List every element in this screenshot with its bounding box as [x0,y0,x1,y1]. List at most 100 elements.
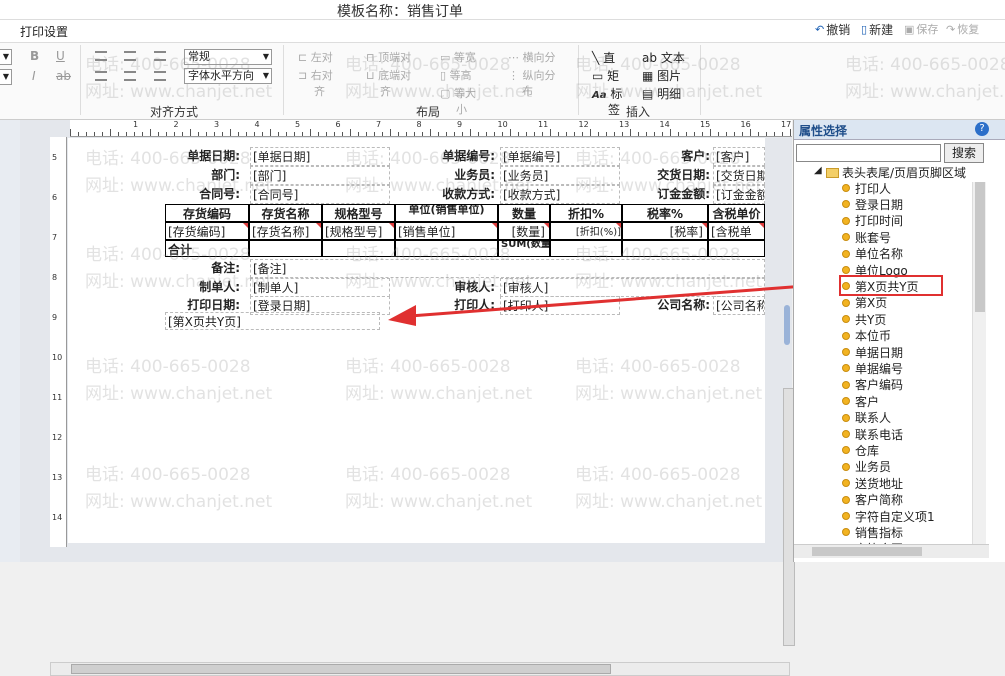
col-header[interactable]: 单位(销售单位) [395,204,498,222]
new-button[interactable]: ▯ 新建 [861,21,893,38]
field-maker[interactable]: [制单人] [250,278,390,297]
align-left-button[interactable]: ⊏ 左对 [298,49,333,65]
valign-top-icon[interactable] [95,71,107,81]
font-select-left[interactable] [0,49,12,65]
italic-icon[interactable]: I [32,69,36,83]
tree-item[interactable]: 打印人 [842,180,891,196]
label-remark[interactable]: 备注: [165,259,240,276]
label-deposit[interactable]: 订金金额: [625,185,710,202]
align-bottom-button[interactable]: ⊔ 底端对 [366,67,411,83]
total-cell[interactable] [708,240,765,257]
label-bill-no[interactable]: 单据编号: [395,147,495,164]
undo-button[interactable]: ↶ 撤销 [815,21,850,38]
strike-icon[interactable]: ab [56,69,71,83]
tree-folder[interactable]: 表头表尾/页眉页脚区域 [826,164,966,181]
total-cell[interactable] [550,240,622,257]
tree-item[interactable]: 单据编号 [842,360,903,376]
field-deposit[interactable]: [订金金额 [713,185,765,204]
col-header[interactable]: 含税单价 [708,204,765,222]
valign-bottom-icon[interactable] [154,71,166,81]
label-dept[interactable]: 部门: [135,166,240,183]
detail-field[interactable]: [折扣(%)] [550,222,622,240]
insert-image-button[interactable]: ▦ 图片 [642,67,681,84]
field-salesman[interactable]: [业务员] [500,166,620,185]
field-dept[interactable]: [部门] [250,166,390,185]
align-center-icon[interactable] [124,51,136,61]
valign-middle-icon[interactable] [124,71,136,81]
insert-text-button[interactable]: ab 文本 [642,49,685,66]
field-bill-date[interactable]: [单据日期] [250,147,390,166]
font-size-select[interactable]: 常规 [184,49,272,65]
col-header[interactable]: 数量 [498,204,550,222]
insert-detail-button[interactable]: ▤ 明细 [642,85,681,102]
label-payment[interactable]: 收款方式: [395,185,495,202]
panel-vscroll-thumb[interactable] [975,182,985,312]
horizontal-scrollbar-thumb[interactable] [71,664,611,674]
label-delivery-date[interactable]: 交货日期: [625,166,710,183]
col-header[interactable]: 折扣% [550,204,622,222]
tree-item[interactable]: 仓库 [842,442,879,458]
size-select-left[interactable] [0,69,12,85]
tree-item[interactable]: 第X页 [842,295,887,311]
total-cell[interactable] [395,240,498,257]
align-top-button[interactable]: ⊓ 顶端对 [366,49,411,65]
tree-item[interactable]: 客户 [842,393,879,409]
tree-item[interactable]: 客户编码 [842,377,903,393]
total-label[interactable]: 合计 [165,240,249,257]
field-bill-no[interactable]: [单据编号] [500,147,620,166]
tree-item[interactable]: 业务员 [842,459,891,475]
col-header[interactable]: 存货名称 [249,204,322,222]
total-cell[interactable] [622,240,708,257]
tree-item[interactable]: 账套号 [842,229,891,245]
field-payment[interactable]: [收款方式] [500,185,620,204]
detail-field[interactable]: [含税单 [708,222,765,240]
align-right-icon[interactable] [154,51,166,61]
horizontal-scrollbar[interactable] [50,662,790,676]
total-sum[interactable]: SUM(数量) [498,240,550,257]
field-contract[interactable]: [合同号] [250,185,390,204]
insert-line-button[interactable]: ╲ 直 [592,49,615,66]
detail-field[interactable]: [销售单位] [395,222,498,240]
tree-item[interactable]: 单位名称 [842,246,903,262]
equal-width-button[interactable]: ▭ 等宽 [440,49,476,65]
tree-item[interactable]: 本位币 [842,328,891,344]
text-align-select[interactable]: 字体水平方向 [184,68,272,84]
tree-item[interactable]: 单据日期 [842,344,903,360]
panel-hscroll-thumb[interactable] [812,547,922,556]
insert-label-button[interactable]: Aa 标 [592,85,622,102]
equal-size-button[interactable]: ▢ 等大 [440,85,476,101]
detail-field[interactable]: [存货名称] [249,222,322,240]
tree-item[interactable]: 销售指标 [842,524,903,540]
bold-icon[interactable]: B [30,49,39,63]
total-cell[interactable] [322,240,395,257]
label-contract[interactable]: 合同号: [135,185,240,202]
tree-item[interactable]: 联系人 [842,410,891,426]
tree-item[interactable]: 客户简称 [842,492,903,508]
tree-item[interactable]: 送货地址 [842,475,903,491]
insert-rect-button[interactable]: ▭ 矩 [592,67,619,84]
save-button[interactable]: ▣ 保存 [904,21,938,37]
panel-hscroll[interactable] [794,544,989,558]
detail-field[interactable]: [数量] [498,222,550,240]
help-icon[interactable]: ? [975,122,989,136]
align-left-icon[interactable] [95,51,107,61]
field-delivery-date[interactable]: [交货日期 [713,166,765,185]
search-button[interactable]: 搜索 [944,143,984,163]
underline-icon[interactable]: U [56,49,65,63]
tree-item[interactable]: 字符自定义项1 [842,508,935,524]
label-customer[interactable]: 客户: [625,147,710,164]
field-remark[interactable]: [备注] [250,259,765,278]
total-cell[interactable] [249,240,322,257]
label-maker[interactable]: 制单人: [135,278,240,295]
h-distribute-button[interactable]: ⋯ 横向分 [508,49,556,65]
tree-item[interactable]: 共Y页 [842,311,886,327]
equal-height-button[interactable]: ▯ 等高 [440,67,472,83]
detail-field[interactable]: [税率] [622,222,708,240]
col-header[interactable]: 存货编码 [165,204,249,222]
restore-button[interactable]: ↷ 恢复 [946,21,979,37]
tree-item[interactable]: 联系电话 [842,426,903,442]
panel-vscroll[interactable] [972,182,986,544]
align-right-button[interactable]: ⊐ 右对 [298,67,333,83]
tree-item[interactable]: 打印时间 [842,213,903,229]
col-header[interactable]: 税率% [622,204,708,222]
